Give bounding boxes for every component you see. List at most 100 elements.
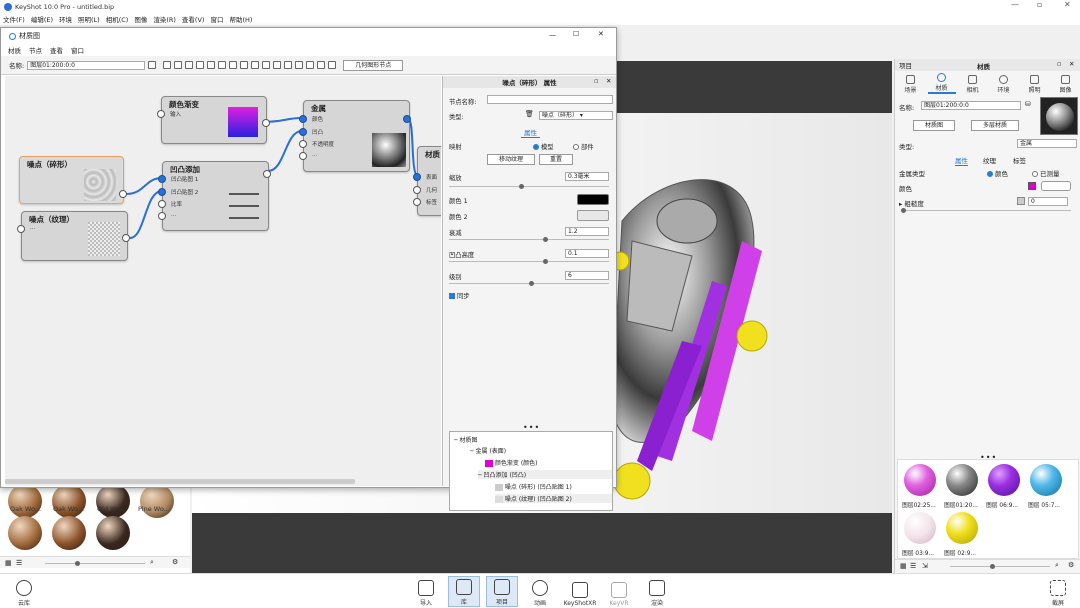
menu-window[interactable]: 窗口 xyxy=(71,45,84,55)
color1-swatch[interactable] xyxy=(577,194,609,205)
move-texture-button[interactable]: 移动纹理 xyxy=(487,154,535,165)
thumb-size-slider[interactable] xyxy=(45,561,145,566)
menu-lighting[interactable]: 照明(L) xyxy=(78,14,100,24)
node-input-port[interactable] xyxy=(413,186,421,194)
minimize-icon[interactable]: — xyxy=(549,31,556,39)
preview-icon[interactable] xyxy=(163,61,172,69)
swatch-ball[interactable] xyxy=(904,464,936,496)
decay-slider[interactable] xyxy=(449,237,609,242)
distribute-icon[interactable] xyxy=(262,61,271,69)
scale-slider[interactable] xyxy=(449,184,609,189)
node-input-port[interactable] xyxy=(299,152,307,160)
tab-properties[interactable]: 属性 xyxy=(521,127,540,138)
tab-material[interactable]: 材质 xyxy=(927,73,956,94)
material-name-input[interactable]: 图层01:200:0:0 xyxy=(27,60,146,70)
search-icon[interactable]: ⌕ xyxy=(150,558,154,567)
node-color-gradient[interactable]: 颜色渐变 输入 xyxy=(157,96,270,144)
swatch-ball[interactable] xyxy=(946,512,978,544)
keyshotxr-button[interactable]: KeyShotXR xyxy=(562,576,598,607)
bump-height-slider[interactable] xyxy=(449,259,609,264)
render-button[interactable]: 渲染 xyxy=(641,576,673,607)
restore-icon[interactable]: ▫ xyxy=(1037,0,1042,9)
menu-help[interactable]: 帮助(H) xyxy=(229,14,252,24)
library-swatch[interactable] xyxy=(96,516,130,550)
undock-icon[interactable]: ▫ xyxy=(1057,60,1061,68)
library-swatch[interactable] xyxy=(52,516,86,550)
save-icon[interactable] xyxy=(148,61,157,69)
menu-view[interactable]: 查看 xyxy=(50,45,63,55)
swatch-ball[interactable] xyxy=(946,464,978,496)
swatch-ball[interactable] xyxy=(988,464,1020,496)
node-noise-fractal[interactable]: 噪点（碎形） xyxy=(19,156,127,204)
align-icon[interactable] xyxy=(251,61,260,69)
menu-window[interactable]: 窗口 xyxy=(210,14,223,24)
node-input-port[interactable] xyxy=(157,110,165,118)
import-button[interactable]: 导入 xyxy=(410,576,442,607)
node-input-port[interactable] xyxy=(17,225,25,233)
swatch-ball[interactable] xyxy=(1030,464,1062,496)
node-output-port[interactable] xyxy=(122,234,130,242)
texture-icon[interactable] xyxy=(1017,197,1025,205)
import-icon[interactable]: ⇲ xyxy=(922,562,928,570)
node-input-port[interactable] xyxy=(413,198,421,206)
tree-item[interactable]: 颜色渐变 (颜色) xyxy=(485,458,538,467)
sync-checkbox[interactable]: 同步 xyxy=(449,291,470,300)
roughness-input[interactable]: 0 xyxy=(1028,197,1068,206)
maximize-icon[interactable]: ☐ xyxy=(573,30,579,38)
node-metal[interactable]: 金属 颜色 凹凸 不透明度 ... xyxy=(299,100,411,172)
node-input-port[interactable] xyxy=(158,200,166,208)
tab-scene[interactable]: 场景 xyxy=(897,75,925,94)
list-icon[interactable]: ☰ xyxy=(16,559,22,567)
tab-environment[interactable]: 环境 xyxy=(990,75,1018,94)
grid-icon[interactable] xyxy=(273,61,282,69)
node-input-port[interactable] xyxy=(299,115,307,123)
node-output-port[interactable] xyxy=(403,115,411,123)
minimize-icon[interactable]: — xyxy=(1011,0,1019,9)
color-picker-field[interactable] xyxy=(1041,181,1071,191)
paste-icon[interactable] xyxy=(240,61,249,69)
node-name-input[interactable] xyxy=(487,95,613,104)
tab-lighting[interactable]: 照明 xyxy=(1021,75,1049,94)
menu-image[interactable]: 图像 xyxy=(134,14,147,24)
subtab-properties[interactable]: 属性 xyxy=(955,155,968,166)
node-input-port[interactable] xyxy=(299,140,307,148)
settings-icon[interactable]: ⚙ xyxy=(172,558,178,566)
node-graph-canvas[interactable]: 颜色渐变 输入 金属 颜色 凹凸 不透明度 ... 材质 表面 几何 标签 噪点… xyxy=(5,76,441,486)
tab-image[interactable]: 图像 xyxy=(1052,75,1080,94)
node-output-port[interactable] xyxy=(263,170,271,178)
level-slider[interactable] xyxy=(449,281,609,286)
node-material[interactable]: 材质 表面 几何 标签 xyxy=(413,146,441,216)
menu-node[interactable]: 节点 xyxy=(29,45,42,55)
tree-item[interactable]: 噪点 (碎形) (凹凸贴图 1) xyxy=(495,482,572,491)
pin-icon[interactable] xyxy=(328,61,337,69)
bump-height-input[interactable]: 0.1 xyxy=(565,249,609,258)
node-input-port[interactable] xyxy=(413,173,421,181)
mapping-model-radio[interactable]: 模型 xyxy=(533,142,554,151)
layout-icon[interactable] xyxy=(306,61,315,69)
library-swatch[interactable] xyxy=(8,516,42,550)
trash-icon[interactable]: 🗑 xyxy=(525,110,534,118)
node-type-select[interactable]: 噪点（碎形） ▾ xyxy=(539,111,613,120)
library-button[interactable]: 库 xyxy=(448,576,480,607)
keyvr-button[interactable]: KeyVR xyxy=(603,576,635,607)
subtab-labels[interactable]: 标签 xyxy=(1013,155,1026,165)
material-type-select[interactable]: 金属 xyxy=(1017,139,1077,148)
screenshot-button[interactable]: 截屏 xyxy=(1042,576,1074,607)
node-output-port[interactable] xyxy=(119,190,127,198)
subtab-textures[interactable]: 纹理 xyxy=(983,155,996,165)
props-close-icon[interactable]: ✕ xyxy=(606,77,611,85)
thumb-size-slider[interactable] xyxy=(950,564,1050,569)
grid-icon[interactable]: ▦ xyxy=(900,562,907,570)
tree-item[interactable]: 噪点 (纹理) (凹凸贴图 2) xyxy=(495,494,612,503)
lock-icon[interactable] xyxy=(207,61,216,69)
reset-button[interactable]: 重置 xyxy=(539,154,573,165)
roughness-row[interactable]: ▸ 粗糙度 xyxy=(899,198,924,208)
tab-camera[interactable]: 相机 xyxy=(959,75,987,94)
material-graph-button[interactable]: 材质图 xyxy=(913,120,955,131)
color2-swatch[interactable] xyxy=(577,210,609,221)
refresh-icon[interactable] xyxy=(185,61,194,69)
mapping-part-radio[interactable]: 部件 xyxy=(573,142,594,151)
animation-button[interactable]: 动画 xyxy=(524,576,556,607)
node-bump-add[interactable]: 凹凸添加 凹凸贴图 1 凹凸贴图 2 比率 ... xyxy=(158,161,271,231)
menu-edit[interactable]: 编辑(E) xyxy=(31,14,53,24)
